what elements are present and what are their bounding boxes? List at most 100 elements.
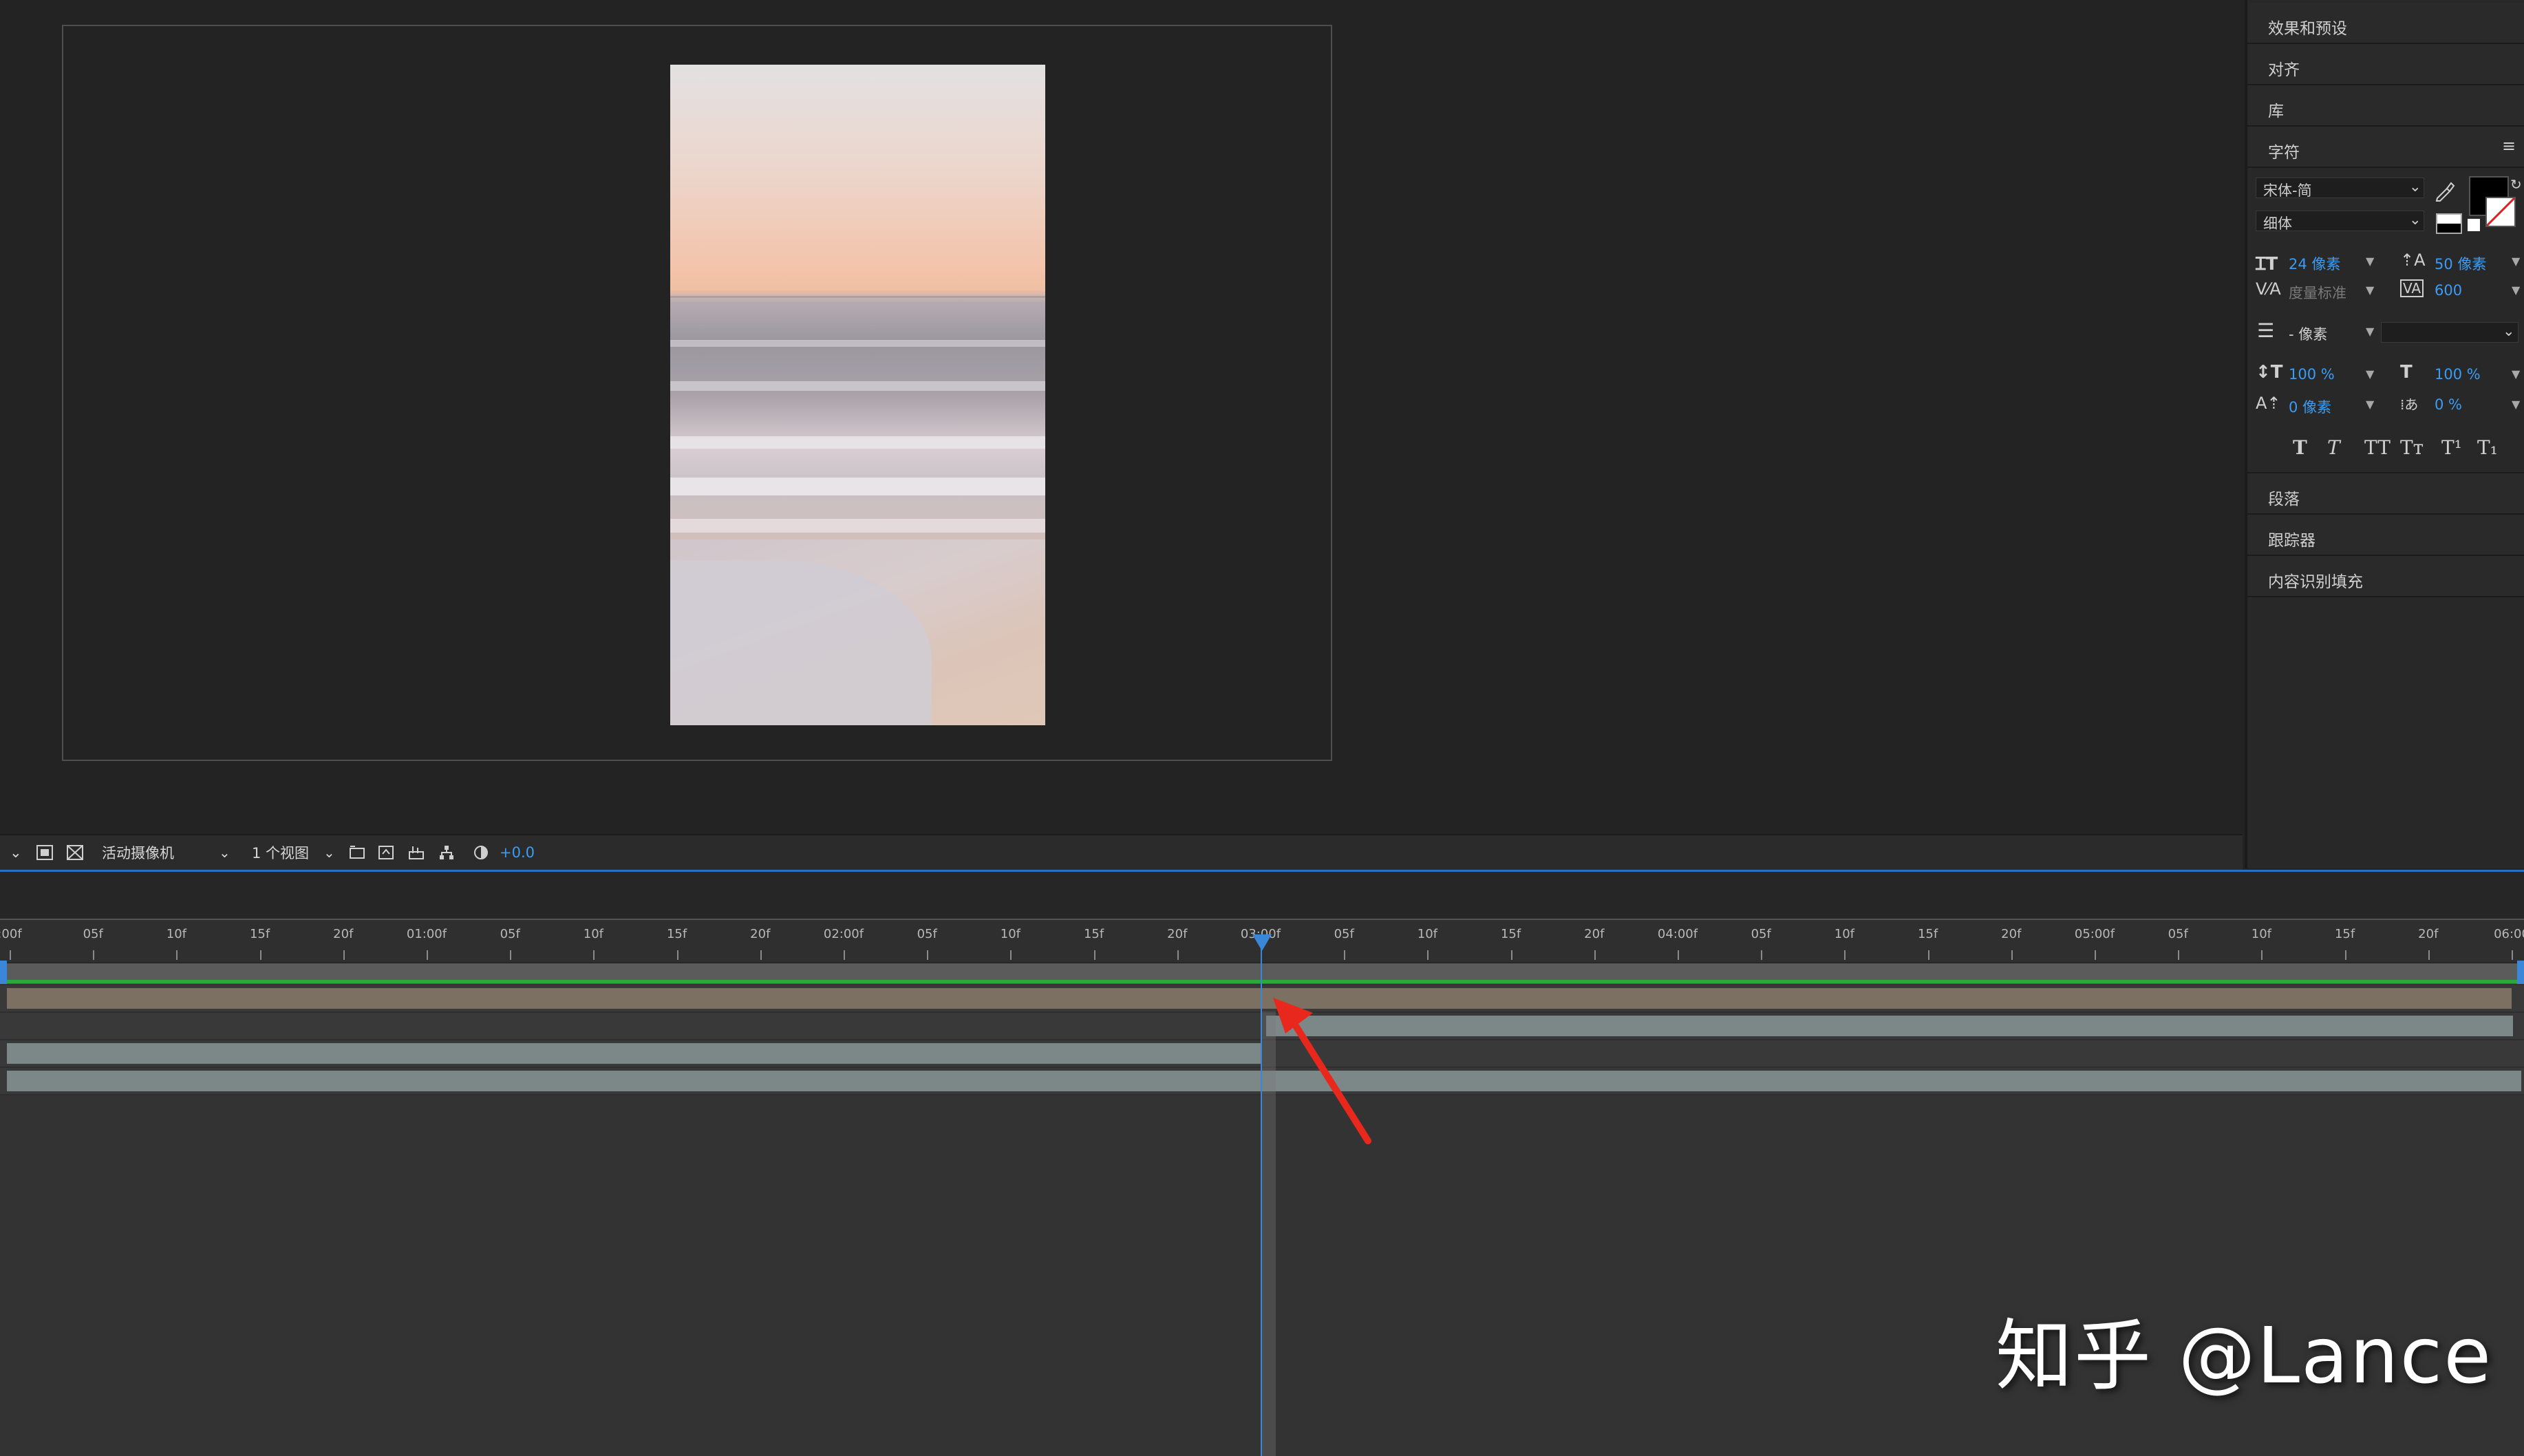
- ruler-tick-label: 20f: [1584, 927, 1605, 941]
- flowchart-icon[interactable]: [438, 844, 456, 861]
- ruler-tick: [927, 950, 929, 960]
- tracking-value[interactable]: 600: [2435, 282, 2462, 299]
- kerning-value[interactable]: 度量标准: [2289, 282, 2346, 303]
- ruler-tick: [2095, 950, 2096, 960]
- leading-value[interactable]: 50 像素: [2435, 253, 2486, 274]
- no-stroke-icon: [2485, 197, 2516, 227]
- font-style-value: 细体: [2263, 215, 2292, 232]
- ruler-tick: [427, 950, 428, 960]
- composition-viewer[interactable]: [0, 0, 2243, 834]
- stroke-width-value[interactable]: - 像素: [2289, 323, 2327, 344]
- stroke-color-swatch[interactable]: [2485, 197, 2516, 227]
- footage-preview[interactable]: [670, 65, 1045, 725]
- fast-preview-icon[interactable]: [377, 844, 395, 861]
- all-caps-button[interactable]: TT: [2364, 436, 2391, 459]
- eyedropper-icon[interactable]: [2433, 179, 2457, 202]
- views-select[interactable]: 1 个视图 ⌄: [252, 835, 337, 870]
- work-area-end-handle[interactable]: [2517, 961, 2524, 984]
- ruler-tick: [1093, 950, 1095, 960]
- font-size-icon: ꞮT: [2256, 254, 2278, 275]
- ruler-tick: [1427, 950, 1429, 960]
- panel-character[interactable]: 字符 ≡: [2247, 127, 2524, 168]
- dropdown-arrow-icon[interactable]: ▼: [2366, 325, 2374, 338]
- camera-select[interactable]: 活动摄像机 ⌄: [102, 835, 239, 870]
- reset-exposure-icon[interactable]: [472, 844, 490, 861]
- ruler-tick: [1761, 950, 1763, 960]
- dropdown-arrow-icon[interactable]: ▼: [2366, 283, 2374, 297]
- dropdown-arrow-icon[interactable]: ▼: [2512, 367, 2520, 381]
- toggle-pixel-aspect-icon[interactable]: [348, 844, 366, 861]
- annotation-arrow-icon: [1273, 998, 1371, 1144]
- ruler-tick-label: 10f: [1834, 927, 1855, 941]
- resolution-icon[interactable]: [36, 844, 54, 861]
- ruler-tick: [2178, 950, 2180, 960]
- faux-bold-button[interactable]: T: [2293, 436, 2307, 459]
- watermark: 知乎 @Lance: [1996, 1312, 2493, 1401]
- ruler-tick: [93, 950, 95, 960]
- dropdown-arrow-icon[interactable]: ▼: [2512, 283, 2520, 297]
- ruler-tick: [676, 950, 678, 960]
- panel-tracker[interactable]: 跟踪器: [2247, 515, 2524, 556]
- ruler-tick: [1010, 950, 1012, 960]
- exposure-value[interactable]: +0.0: [500, 835, 535, 870]
- dropdown-arrow-icon[interactable]: ▼: [2366, 255, 2374, 268]
- subscript-button[interactable]: T₁: [2477, 436, 2498, 459]
- ruler-tick-label: 05f: [83, 927, 103, 941]
- baseline-shift-value[interactable]: 0 像素: [2289, 396, 2331, 417]
- ruler-tick-label: 05:00f: [2074, 927, 2115, 941]
- chevron-down-icon[interactable]: ⌄: [10, 835, 22, 870]
- vertical-scale-value[interactable]: 100 %: [2289, 366, 2335, 383]
- ruler-tick: [2011, 950, 2013, 960]
- ruler-tick: [844, 950, 845, 960]
- font-style-select[interactable]: 细体 ⌄: [2256, 211, 2424, 232]
- font-family-select[interactable]: 宋体-简 ⌄: [2256, 178, 2424, 199]
- font-size-value[interactable]: 24 像素: [2289, 253, 2340, 274]
- ruler-tick-label: 10f: [1417, 927, 1438, 941]
- ruler-tick: [2428, 950, 2430, 960]
- no-fill-icon[interactable]: [2468, 219, 2480, 231]
- ruler-tick: [343, 950, 345, 960]
- ruler-tick-label: 06:00: [2494, 927, 2524, 941]
- right-panel: 效果和预设 对齐 库 字符 ≡ 宋体-简 ⌄ ↻ 细体 ⌄ ꞮT 24 像素 ▼…: [2245, 0, 2524, 868]
- superscript-button[interactable]: T¹: [2441, 436, 2462, 459]
- camera-select-value: 活动摄像机: [102, 845, 174, 861]
- viewer-toolbar: ⌄ 活动摄像机 ⌄ 1 个视图 ⌄ +0.0: [0, 834, 2243, 870]
- default-colors-icon[interactable]: [2436, 213, 2462, 234]
- layer-bar[interactable]: [1266, 1016, 2513, 1036]
- ruler-tick-label: 15f: [2334, 927, 2355, 941]
- panel-label: 库: [2268, 103, 2284, 120]
- ruler-tick-label: 01:00f: [406, 927, 447, 941]
- dropdown-arrow-icon[interactable]: ▼: [2512, 398, 2520, 411]
- ruler-tick-label: 20f: [750, 927, 771, 941]
- transparency-grid-icon[interactable]: [66, 844, 84, 861]
- faux-italic-button[interactable]: T: [2327, 436, 2340, 459]
- panel-content-aware-fill[interactable]: 内容识别填充: [2247, 556, 2524, 597]
- panel-effects-presets[interactable]: 效果和预设: [2247, 3, 2524, 44]
- panel-align[interactable]: 对齐: [2247, 44, 2524, 85]
- layer-bar[interactable]: [7, 1043, 1261, 1064]
- dropdown-arrow-icon[interactable]: ▼: [2512, 255, 2520, 268]
- work-area-start-handle[interactable]: [0, 961, 7, 984]
- dropdown-arrow-icon[interactable]: ▼: [2366, 398, 2374, 411]
- tsume-value[interactable]: 0 %: [2435, 396, 2462, 413]
- ruler-tick-label: 10f: [1000, 927, 1021, 941]
- work-area-indicator: [6, 980, 2518, 983]
- panel-library[interactable]: 库: [2247, 85, 2524, 127]
- small-caps-button[interactable]: Tт: [2400, 436, 2424, 459]
- playhead-handle[interactable]: [1252, 934, 1272, 951]
- ruler-tick-label: 15f: [1917, 927, 1938, 941]
- vertical-scale-icon: ↕T: [2256, 362, 2283, 383]
- chevron-down-icon: ⌄: [219, 844, 231, 861]
- chevron-down-icon: ⌄: [2503, 323, 2515, 339]
- panel-paragraph[interactable]: 段落: [2247, 473, 2524, 515]
- ruler-tick: [176, 950, 178, 960]
- dropdown-arrow-icon[interactable]: ▼: [2366, 367, 2374, 381]
- ruler-tick: [2344, 950, 2346, 960]
- timeline-icon[interactable]: [407, 844, 425, 861]
- panel-label: 内容识别填充: [2268, 573, 2363, 591]
- stroke-style-select[interactable]: ⌄: [2381, 322, 2518, 343]
- panel-menu-icon[interactable]: ≡: [2502, 136, 2516, 156]
- swap-colors-icon[interactable]: ↻: [2510, 176, 2522, 193]
- ruler-tick-label: 10f: [583, 927, 604, 941]
- horizontal-scale-value[interactable]: 100 %: [2435, 366, 2481, 383]
